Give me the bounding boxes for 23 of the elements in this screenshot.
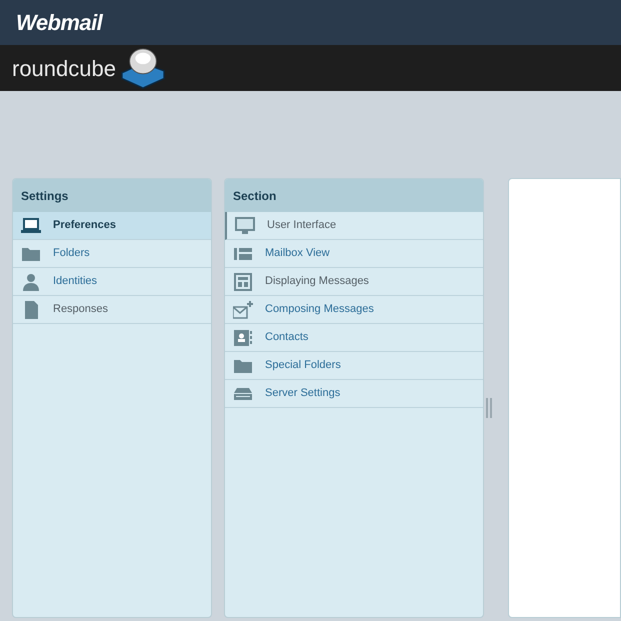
list-item[interactable]: User Interface — [225, 212, 483, 240]
monitor-icon — [235, 216, 255, 234]
contact-card-icon — [233, 328, 253, 346]
cube-logo-icon — [120, 46, 166, 90]
list-item[interactable]: Contacts — [225, 324, 483, 352]
list-item[interactable]: Special Folders — [225, 352, 483, 380]
panel-header: Settings — [13, 179, 211, 212]
list-item[interactable]: Server Settings — [225, 380, 483, 408]
splitter-handle-icon[interactable] — [486, 398, 492, 418]
panel-header: Section — [225, 179, 483, 212]
list-item[interactable]: Folders — [13, 240, 211, 268]
list-item[interactable]: Identities — [13, 268, 211, 296]
message-icon — [233, 272, 253, 290]
list-item[interactable]: Displaying Messages — [225, 268, 483, 296]
person-icon — [21, 272, 41, 290]
list-item[interactable]: Preferences — [13, 212, 211, 240]
webmail-title: Webmail — [16, 9, 102, 37]
list-item[interactable]: Composing Messages — [225, 296, 483, 324]
envelope-plus-icon — [233, 300, 253, 318]
list-item[interactable]: Responses — [13, 296, 211, 324]
list-item[interactable]: Mailbox View — [225, 240, 483, 268]
logo-text: roundcube — [12, 54, 116, 82]
laptop-icon — [21, 216, 41, 234]
